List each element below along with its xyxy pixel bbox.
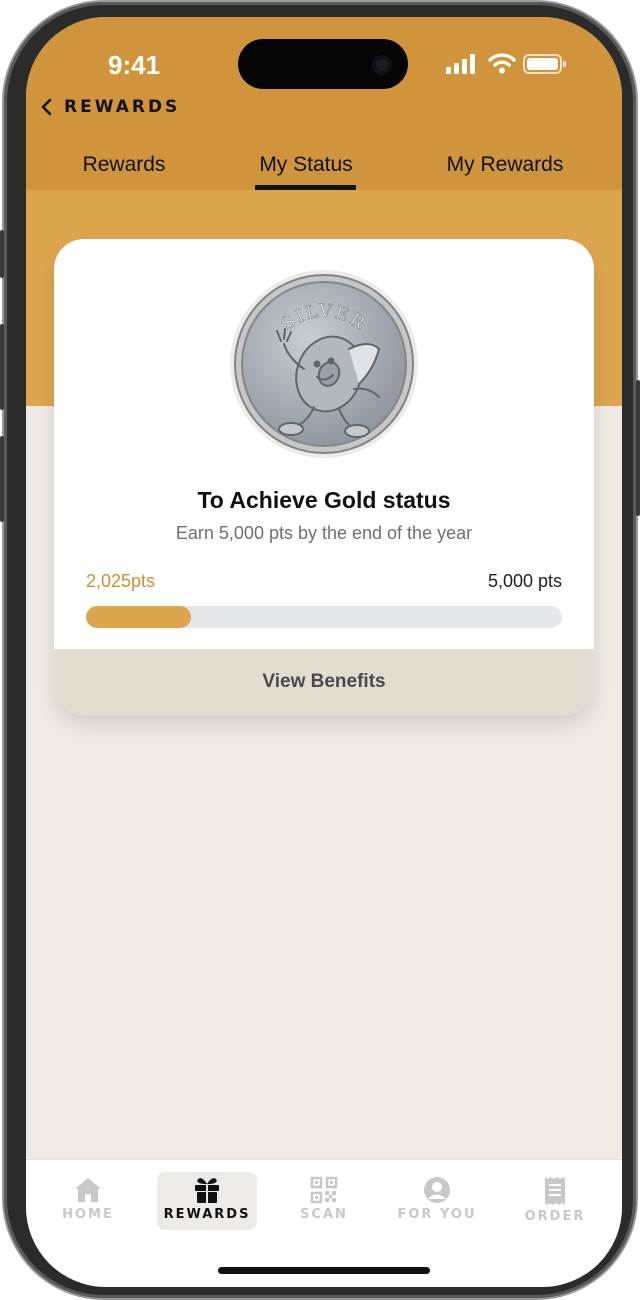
home-indicator [218, 1267, 430, 1274]
volume-up-button [0, 324, 4, 410]
gift-icon [195, 1178, 219, 1203]
nav-order[interactable]: ORDER [505, 1172, 605, 1230]
action-button [0, 230, 4, 278]
nav-rewards[interactable]: REWARDS [157, 1172, 257, 1230]
tab-my-status[interactable]: My Status [249, 153, 363, 177]
receipt-icon [545, 1177, 565, 1205]
nav-scan[interactable]: SCAN [274, 1172, 374, 1230]
camera-icon [372, 55, 392, 75]
nav-home[interactable]: HOME [38, 1172, 138, 1230]
screen: 9:41 REWARDS Rewards My Status My Reward… [26, 17, 622, 1287]
cellular-signal-icon [446, 54, 475, 74]
goal-subtitle: Earn 5,000 pts by the end of the year [175, 523, 473, 543]
nav-for-you[interactable]: FOR YOU [387, 1172, 487, 1230]
tab-my-rewards[interactable]: My Rewards [434, 153, 576, 177]
nav-rewards-label: REWARDS [163, 1207, 251, 1222]
power-button [636, 380, 640, 516]
qr-code-icon [310, 1176, 338, 1204]
goal-title: To Achieve Gold status [197, 487, 451, 513]
status-card: SILVER To Achieve Gold status Earn 5,000… [54, 239, 594, 715]
target-points: 5,000 pts [487, 571, 562, 591]
tab-rewards[interactable]: Rewards [74, 153, 174, 177]
nav-for-you-label: FOR YOU [397, 1207, 477, 1222]
nav-home-label: HOME [62, 1207, 114, 1222]
points-progress-fill [86, 606, 191, 628]
current-points: 2,025pts [86, 571, 156, 591]
volume-down-button [0, 436, 4, 522]
points-progress-bar [86, 606, 562, 628]
home-icon [75, 1178, 101, 1202]
silver-coin-badge: SILVER [230, 270, 418, 458]
battery-icon [523, 54, 566, 74]
back-label: REWARDS [64, 97, 181, 117]
back-button[interactable]: REWARDS [40, 97, 180, 117]
phone-frame: 9:41 REWARDS Rewards My Status My Reward… [0, 2, 640, 1298]
nav-order-label: ORDER [524, 1209, 586, 1224]
chevron-left-icon [41, 98, 52, 116]
user-circle-icon [424, 1177, 450, 1203]
nav-scan-label: SCAN [300, 1207, 348, 1222]
tab-bar: Rewards My Status My Rewards [26, 147, 622, 190]
view-benefits-button[interactable]: View Benefits [54, 649, 594, 715]
active-tab-indicator [255, 185, 356, 190]
status-time: 9:41 [108, 50, 161, 80]
wifi-icon [488, 53, 516, 74]
